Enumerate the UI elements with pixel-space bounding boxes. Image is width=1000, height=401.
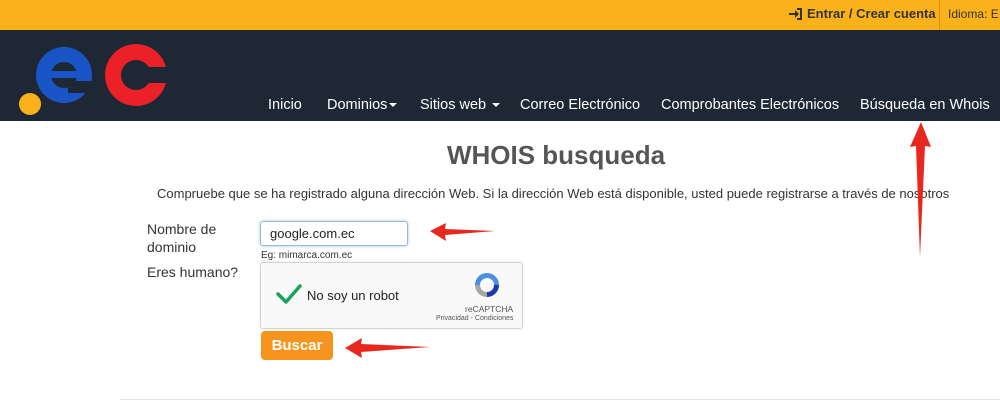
nav-item-dominios[interactable]: Dominios [327, 97, 398, 113]
ec-logo[interactable] [18, 37, 173, 117]
topbar-divider [939, 0, 940, 30]
nav-item-whois[interactable]: Búsqueda en Whois [860, 97, 990, 113]
login-label: Entrar / Crear cuenta [807, 6, 936, 21]
human-label: Eres humano? [147, 264, 239, 280]
nav-item-inicio[interactable]: Inicio [268, 97, 302, 113]
recaptcha-logo-icon [475, 273, 499, 297]
recaptcha-links[interactable]: Privacidad - Condiciones [436, 315, 513, 322]
recaptcha-widget: No soy un robot reCAPTCHA Privacidad - C… [260, 262, 523, 329]
language-label: Idioma: [948, 7, 988, 21]
top-bar: Entrar / Crear cuenta Idioma: E [0, 0, 1000, 30]
nav-item-correo[interactable]: Correo Electrónico [520, 97, 640, 113]
nav-item-sitios-web[interactable]: Sitios web [420, 97, 501, 113]
language-value: E [990, 7, 999, 21]
arrow-to-input-icon [430, 223, 495, 241]
nav-item-comprobantes[interactable]: Comprobantes Electrónicos [661, 97, 839, 113]
page-description: Compruebe que se ha registrado alguna di… [157, 186, 950, 201]
domain-input[interactable] [260, 221, 408, 246]
page-title: WHOIS busqueda [446, 140, 666, 170]
domain-example: Eg: mimarca.com.ec [261, 250, 353, 261]
search-button[interactable]: Buscar [261, 331, 333, 360]
caret-down-icon [492, 103, 501, 108]
language-selector[interactable]: Idioma: E [948, 7, 999, 21]
recaptcha-brand: reCAPTCHA [465, 304, 514, 314]
sign-in-icon [789, 7, 802, 20]
footer-divider [120, 399, 1000, 400]
recaptcha-label: No soy un robot [307, 288, 399, 303]
domain-label: Nombre de dominio [147, 221, 217, 255]
login-link[interactable]: Entrar / Crear cuenta [789, 6, 936, 21]
arrow-to-button-icon [345, 338, 430, 358]
check-icon[interactable] [276, 283, 302, 305]
caret-down-icon [389, 103, 398, 108]
